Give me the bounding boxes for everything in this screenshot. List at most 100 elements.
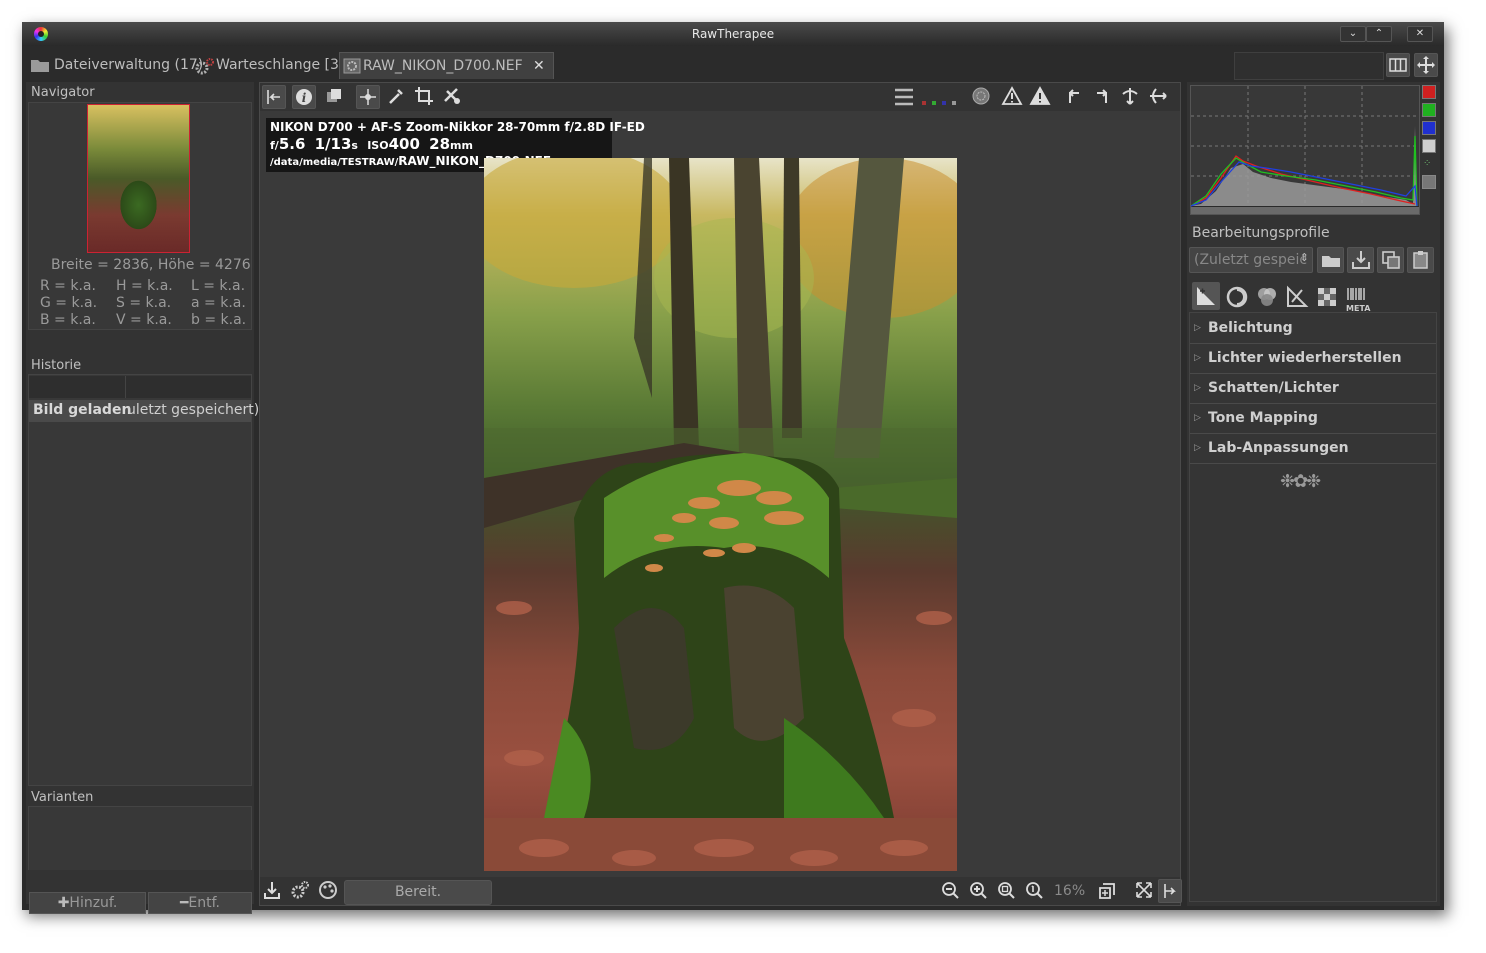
history-row[interactable]: Bild geladen uletzt gespeichert) xyxy=(29,400,259,422)
minimize-button[interactable]: ⌄ xyxy=(1340,26,1366,42)
preview-channel-button[interactable] xyxy=(892,85,916,109)
palette-icon xyxy=(319,881,337,899)
expander-tone-mapping[interactable]: ▷ Tone Mapping xyxy=(1190,403,1436,434)
chevron-right-icon: ▷ xyxy=(1194,443,1201,453)
load-profile-button[interactable] xyxy=(1317,247,1344,273)
histogram-raw-toggle[interactable]: ⁘ xyxy=(1423,158,1431,169)
zoom-level: 16% xyxy=(1054,883,1086,899)
raw-tab-icon[interactable] xyxy=(1313,284,1341,308)
highlight-clip-warning-button[interactable] xyxy=(1028,85,1052,109)
copy-profile-button[interactable] xyxy=(1377,247,1404,273)
shadow-clip-warning-button[interactable] xyxy=(1000,85,1024,109)
rotate-right-button[interactable] xyxy=(1090,85,1114,109)
history-column-header[interactable] xyxy=(126,376,251,398)
flip-vertical-button[interactable] xyxy=(1118,85,1142,109)
expander-highlight-recovery[interactable]: ▷ Lichter wiederherstellen xyxy=(1190,343,1436,374)
move-arrows-icon xyxy=(1417,56,1435,74)
save-profile-button[interactable] xyxy=(1347,247,1374,273)
chevron-right-icon: ▷ xyxy=(1194,323,1201,333)
hand-tool-button[interactable] xyxy=(356,85,380,109)
fullscreen-button[interactable] xyxy=(1414,53,1438,77)
history-entry: Bild geladen xyxy=(33,402,132,418)
main-image[interactable] xyxy=(484,158,957,871)
zoom-fit-button[interactable] xyxy=(994,879,1018,903)
image-icon xyxy=(343,58,361,74)
flip-horizontal-button[interactable] xyxy=(1146,85,1170,109)
histogram-luminance-toggle[interactable] xyxy=(1422,139,1436,153)
image-dimensions: Breite = 2836, Höhe = 4276 xyxy=(51,257,251,273)
zoom-out-button[interactable] xyxy=(938,879,962,903)
zoom-in-button[interactable] xyxy=(966,879,990,903)
profiles-title: Bearbeitungsprofile xyxy=(1192,225,1330,241)
fullscreen-toggle-button[interactable] xyxy=(1132,879,1156,903)
ornament-divider-icon: ❉✿❉ xyxy=(1280,471,1321,492)
crop-icon xyxy=(415,87,433,105)
white-balance-picker-button[interactable] xyxy=(384,85,408,109)
info-toggle-button[interactable]: i xyxy=(292,85,316,109)
histogram-bar-toggle[interactable] xyxy=(1422,175,1436,189)
remove-snapshot-button[interactable]: ━Entf. xyxy=(148,892,252,914)
red-channel-icon[interactable] xyxy=(922,101,926,105)
panel-left-icon xyxy=(267,90,280,104)
transform-tab-icon[interactable] xyxy=(1283,284,1311,308)
crosshair-icon xyxy=(360,89,376,105)
crop-tool-button[interactable] xyxy=(412,85,436,109)
readout-a: a = k.a. xyxy=(191,295,246,311)
readout-s: S = k.a. xyxy=(116,295,172,311)
hide-left-panel-button[interactable] xyxy=(262,85,286,109)
save-icon xyxy=(264,882,280,899)
luminance-channel-icon[interactable] xyxy=(952,101,956,105)
tab-queue[interactable]: Warteschlange [3] xyxy=(194,52,344,78)
tab-editor[interactable]: RAW_NIKON_D700.NEF ✕ xyxy=(339,52,554,79)
rotate-left-button[interactable] xyxy=(1062,85,1086,109)
expander-exposure[interactable]: ▷ Belichtung xyxy=(1190,313,1436,344)
exposure-tab-icon[interactable] xyxy=(1192,282,1220,310)
histogram-red-toggle[interactable] xyxy=(1422,85,1436,99)
histogram-green-toggle[interactable] xyxy=(1422,103,1436,117)
open-folder-icon xyxy=(1321,256,1340,267)
new-detail-window-button[interactable] xyxy=(1096,879,1120,903)
panel-right-icon xyxy=(1164,884,1176,898)
close-tab-icon[interactable]: ✕ xyxy=(533,53,545,79)
navigator-thumbnail[interactable] xyxy=(87,104,190,253)
progress-status: Bereit. xyxy=(344,880,492,905)
history-column-header[interactable] xyxy=(29,376,126,398)
histogram-blue-toggle[interactable] xyxy=(1422,121,1436,135)
paste-profile-button[interactable] xyxy=(1407,247,1434,273)
color-tab-icon[interactable] xyxy=(1253,284,1281,308)
plus-icon: ✚ xyxy=(57,895,70,911)
before-after-button[interactable] xyxy=(322,85,346,109)
maximize-button[interactable]: ⌃ xyxy=(1366,26,1392,42)
zoom-100-button[interactable] xyxy=(1022,879,1046,903)
focus-mask-button[interactable] xyxy=(969,85,993,109)
folder-icon xyxy=(31,60,49,72)
green-channel-icon[interactable] xyxy=(932,101,936,105)
readout-b: B = k.a. xyxy=(40,312,96,328)
close-window-button[interactable]: ✕ xyxy=(1407,26,1433,42)
editor-layout-button[interactable] xyxy=(1386,53,1410,77)
send-to-editor-button[interactable] xyxy=(316,879,340,903)
iso-value: 400 xyxy=(388,135,420,153)
top-right-slot xyxy=(1234,52,1384,80)
paste-icon xyxy=(1412,251,1428,269)
straighten-tool-button[interactable] xyxy=(440,85,464,109)
meta-tab-icon[interactable]: META xyxy=(1343,284,1371,313)
tab-file-browser[interactable]: Dateiverwaltung (17) xyxy=(28,52,203,78)
blue-channel-icon[interactable] xyxy=(942,101,946,105)
profile-selector[interactable]: (Zuletzt gespeic ⇕ xyxy=(1189,247,1313,273)
expander-lab-adjustments[interactable]: ▷ Lab-Anpassungen xyxy=(1190,433,1436,464)
editor-area: i NIKON D700 + AF-S Zoom-Nikkor 28-70mm … xyxy=(259,82,1182,906)
hide-right-panel-button[interactable] xyxy=(1158,879,1182,903)
history-panel xyxy=(28,374,252,786)
send-to-queue-button[interactable] xyxy=(288,879,312,903)
focal-value: 28 xyxy=(429,135,451,153)
detail-tab-icon[interactable] xyxy=(1223,284,1251,308)
save-image-button[interactable] xyxy=(260,879,284,903)
add-snapshot-button[interactable]: ✚Hinzuf. xyxy=(29,892,146,914)
window-title: RawTherapee xyxy=(691,27,775,41)
zoom-out-icon xyxy=(942,882,959,899)
flip-horizontal-icon xyxy=(1150,88,1167,104)
readout-b-lab: b = k.a. xyxy=(191,312,247,328)
expander-shadows-highlights[interactable]: ▷ Schatten/Lichter xyxy=(1190,373,1436,404)
title-bar: RawTherapee ⌄ ⌃ ✕ xyxy=(22,22,1444,46)
